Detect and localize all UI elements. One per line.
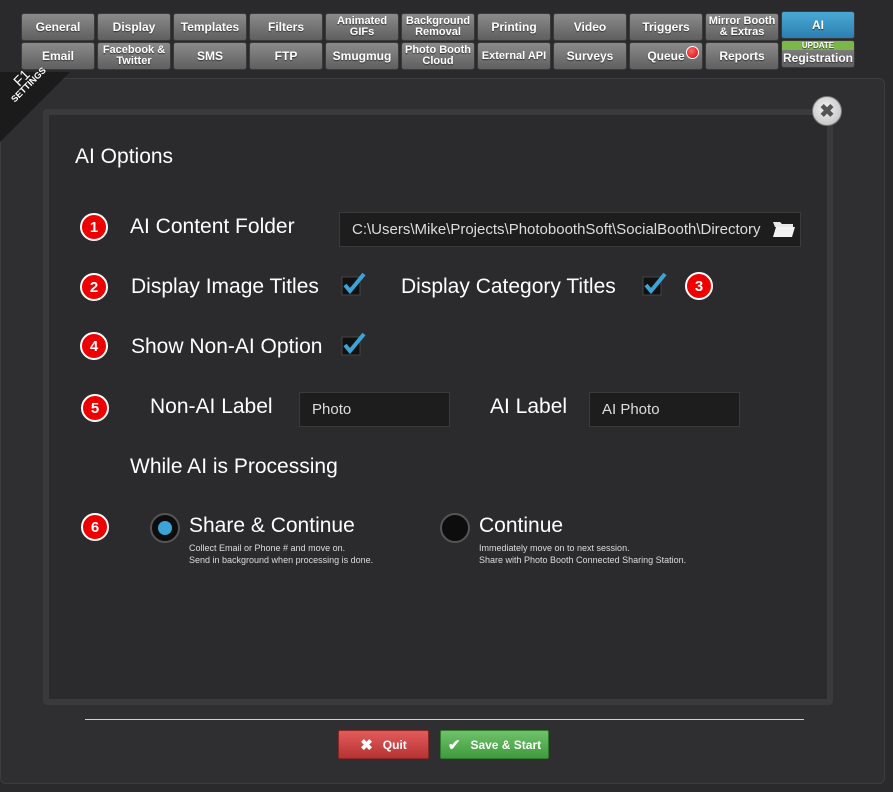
tab-video[interactable]: Video [553, 13, 627, 41]
tab-label: Printing [491, 19, 537, 34]
continue-desc-line-1: Immediately move on to next session. [479, 543, 630, 553]
tab-label: Reports [719, 48, 765, 63]
display-image-titles-label: Display Image Titles [131, 275, 319, 298]
tab-label: Templates [180, 19, 240, 34]
share-continue-desc-line-1: Collect Email or Phone # and move on. [189, 543, 346, 553]
tab-label: AI [812, 17, 824, 32]
content-folder-input[interactable]: C:\Users\Mike\Projects\PhotoboothSoft\So… [339, 212, 801, 247]
continue-desc-line-2: Share with Photo Booth Connected Sharing… [479, 555, 687, 565]
content-folder-value: C:\Users\Mike\Projects\PhotoboothSoft\So… [352, 221, 761, 238]
tab-label: Animated GIFs [336, 15, 388, 38]
share-continue-description: Collect Email or Phone # and move on. Se… [189, 542, 373, 566]
step-marker-1: 1 [80, 213, 108, 241]
step-marker-4: 4 [80, 332, 108, 360]
show-non-ai-checkbox[interactable] [341, 332, 367, 356]
close-icon: ✖ [819, 100, 835, 121]
tab-label: Registration [782, 50, 853, 65]
section-title: AI Options [75, 145, 174, 168]
update-badge: UPDATE [782, 41, 854, 50]
step-marker-2: 2 [80, 273, 108, 301]
share-continue-title: Share & Continue [189, 514, 355, 537]
save-start-button[interactable]: ✔ Save & Start [440, 730, 549, 759]
tab-surveys[interactable]: Surveys [553, 42, 627, 70]
tab-external-api[interactable]: External API [477, 42, 551, 70]
tab-label: FTP [274, 48, 298, 63]
tab-label: Triggers [642, 19, 690, 34]
step-marker-5: 5 [81, 394, 109, 422]
tab-animated-gifs[interactable]: Animated GIFs [325, 13, 399, 41]
step-marker-6: 6 [81, 513, 109, 541]
tab-ai[interactable]: AI [781, 11, 855, 39]
quit-label: Quit [382, 737, 407, 752]
display-image-titles-checkbox[interactable] [341, 272, 367, 296]
content-folder-label: AI Content Folder [130, 215, 295, 238]
show-non-ai-label: Show Non-AI Option [131, 335, 323, 358]
tab-smugmug[interactable]: Smugmug [325, 42, 399, 70]
tab-facebook-twitter[interactable]: Facebook & Twitter [97, 42, 171, 70]
tab-label: Email [41, 48, 74, 63]
tab-label: Queue [647, 48, 685, 63]
tab-filters[interactable]: Filters [249, 13, 323, 41]
tab-label: Video [573, 19, 607, 34]
tab-registration[interactable]: UPDATE Registration [781, 40, 855, 68]
tab-label: General [35, 19, 81, 34]
tab-label: Smugmug [332, 48, 392, 63]
x-icon: ✖ [360, 736, 373, 754]
quit-button[interactable]: ✖ Quit [338, 730, 429, 759]
continue-radio[interactable] [440, 513, 470, 543]
notification-dot-icon [686, 46, 699, 59]
share-continue-desc-line-2: Send in background when processing is do… [189, 555, 374, 565]
tab-label: Display [112, 19, 156, 34]
non-ai-label-value: Photo [312, 401, 352, 418]
tab-label: SMS [196, 48, 223, 63]
processing-heading: While AI is Processing [130, 455, 338, 478]
tab-queue[interactable]: Queue [629, 42, 703, 70]
display-category-titles-label: Display Category Titles [401, 275, 616, 298]
save-start-label: Save & Start [470, 737, 542, 752]
tab-bar: General Display Templates Filters Animat… [0, 0, 893, 72]
tab-reports[interactable]: Reports [705, 42, 779, 70]
ai-label-value: AI Photo [602, 401, 660, 418]
tab-label: Surveys [566, 48, 614, 63]
tab-label: Mirror Booth & Extras [708, 15, 776, 38]
continue-title: Continue [479, 514, 564, 537]
ai-label-caption: AI Label [490, 395, 568, 418]
share-continue-radio[interactable] [150, 513, 180, 543]
tab-label: Background Removal [405, 15, 471, 38]
close-button[interactable]: ✖ [812, 96, 842, 126]
ai-label-input[interactable]: AI Photo [589, 392, 740, 427]
tab-mirror-booth-extras[interactable]: Mirror Booth & Extras [705, 13, 779, 41]
continue-description: Immediately move on to next session. Sha… [479, 542, 686, 566]
checkmark-icon: ✔ [447, 736, 461, 754]
tab-photo-booth-cloud[interactable]: Photo Booth Cloud [401, 42, 475, 70]
tab-triggers[interactable]: Triggers [629, 13, 703, 41]
tab-label: Facebook & Twitter [102, 44, 166, 67]
tab-label: Photo Booth Cloud [405, 44, 471, 67]
tab-ftp[interactable]: FTP [249, 42, 323, 70]
tab-templates[interactable]: Templates [173, 13, 247, 41]
non-ai-label-caption: Non-AI Label [150, 395, 273, 418]
display-category-titles-checkbox[interactable] [642, 272, 668, 296]
tab-printing[interactable]: Printing [477, 13, 551, 41]
step-marker-3: 3 [685, 272, 713, 300]
tab-label: External API [481, 49, 547, 62]
tab-label: Filters [267, 19, 304, 34]
non-ai-label-input[interactable]: Photo [299, 392, 450, 427]
footer-divider [85, 719, 804, 720]
tab-general[interactable]: General [21, 13, 95, 41]
tab-background-removal[interactable]: Background Removal [401, 13, 475, 41]
tab-display[interactable]: Display [97, 13, 171, 41]
tab-sms[interactable]: SMS [173, 42, 247, 70]
folder-open-icon[interactable] [772, 219, 796, 239]
